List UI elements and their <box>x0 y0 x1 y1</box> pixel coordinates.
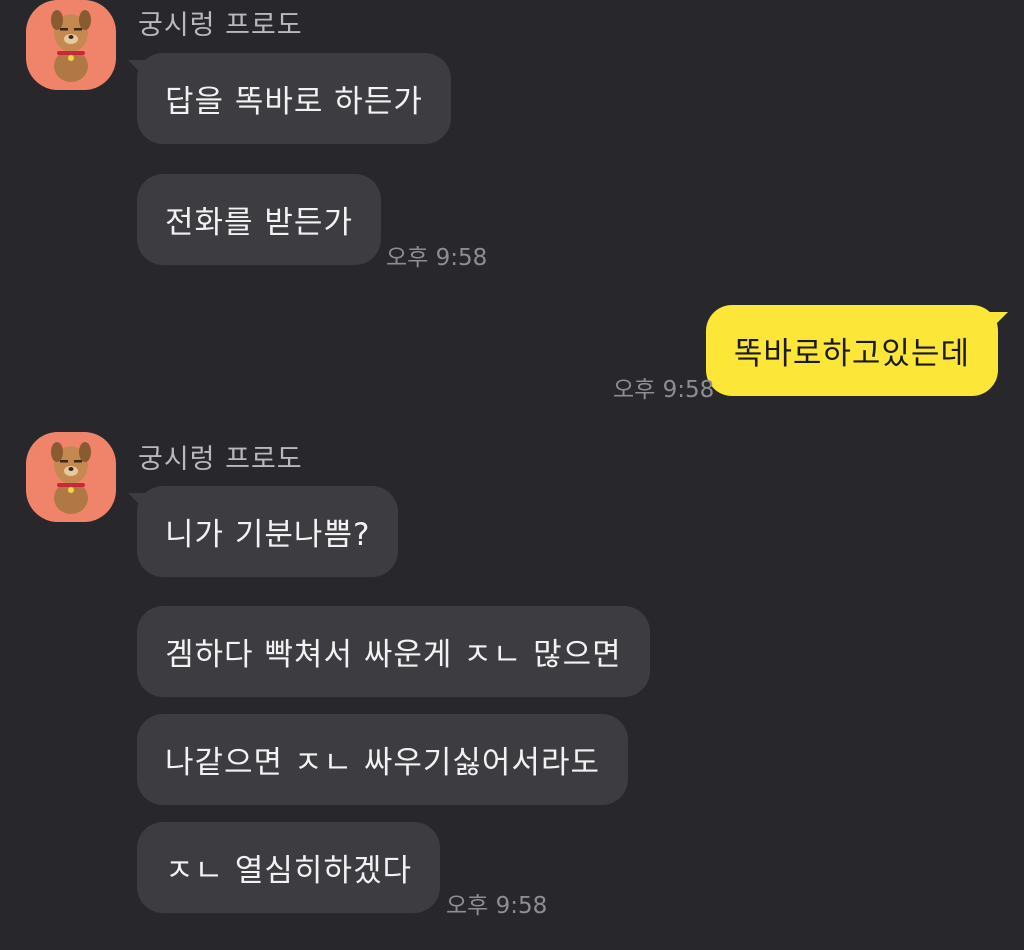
message-timestamp: 오후 9:58 <box>386 245 488 271</box>
message-timestamp: 오후 9:58 <box>446 893 548 919</box>
sender-avatar[interactable] <box>26 0 116 90</box>
outgoing-message-bubble[interactable]: 똑바로하고있는데 <box>705 305 998 396</box>
incoming-message-bubble[interactable]: 니가 기분나쁨? <box>137 486 399 577</box>
incoming-message-bubble[interactable]: 나같으면 ㅈㄴ 싸우기싫어서라도 <box>137 714 628 805</box>
frodo-dog-avatar-icon <box>51 442 91 514</box>
sender-avatar[interactable] <box>26 432 116 522</box>
incoming-message-bubble[interactable]: ㅈㄴ 열심히하겠다 <box>137 822 441 913</box>
incoming-message-bubble[interactable]: 답을 똑바로 하든가 <box>137 53 451 144</box>
incoming-message-bubble[interactable]: 전화를 받든가 <box>137 174 381 265</box>
message-timestamp: 오후 9:58 <box>613 377 715 403</box>
frodo-dog-avatar-icon <box>51 10 91 82</box>
sender-name: 궁시렁 프로도 <box>138 10 303 41</box>
sender-name: 궁시렁 프로도 <box>138 444 303 475</box>
incoming-message-bubble[interactable]: 겜하다 빡쳐서 싸운게 ㅈㄴ 많으면 <box>137 606 650 697</box>
